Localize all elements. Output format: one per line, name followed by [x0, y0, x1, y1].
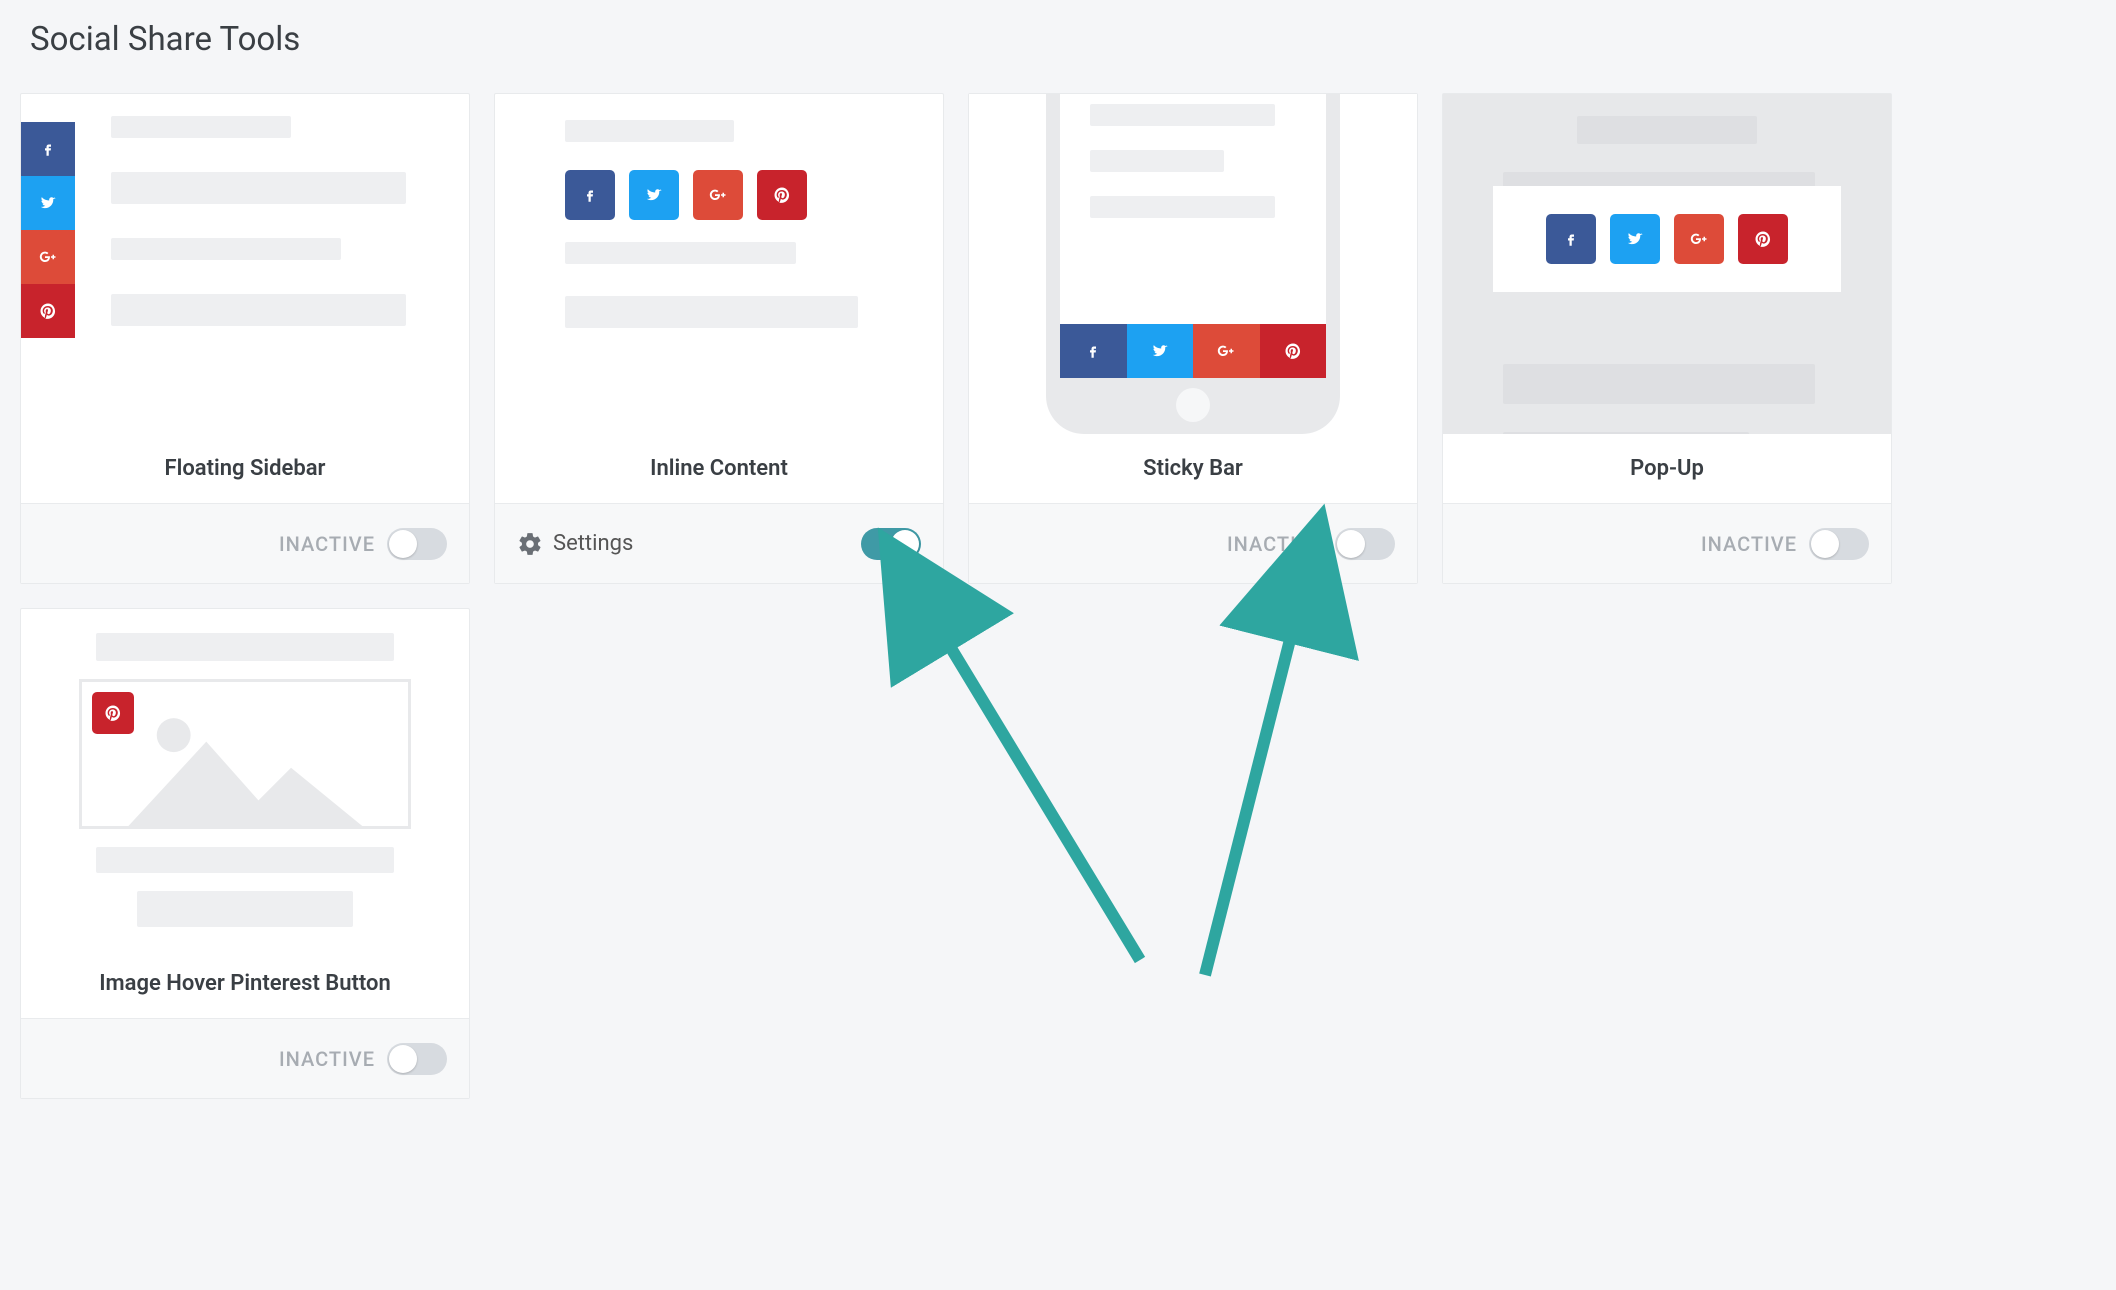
phone-home-button: [1176, 388, 1210, 422]
toggle-knob: [389, 530, 417, 558]
card-footer-image-hover-pinterest: INACTIVE: [21, 1018, 469, 1098]
toggle-inline-content[interactable]: [861, 528, 921, 560]
facebook-icon: [1546, 214, 1596, 264]
inactive-label: INACTIVE: [279, 532, 375, 556]
preview-image-hover-pinterest: [21, 609, 469, 949]
mountain-icon: [115, 696, 376, 826]
twitter-icon: [21, 176, 75, 230]
preview-inline-content: [495, 94, 943, 434]
inline-icons-row: [565, 170, 873, 220]
sticky-bar-icons: [1060, 324, 1326, 378]
pinterest-icon: [21, 284, 75, 338]
placeholder-line: [1090, 196, 1275, 218]
googleplus-icon: [1193, 324, 1260, 378]
toggle-knob: [1337, 530, 1365, 558]
floating-content-placeholders: [111, 116, 439, 326]
placeholder-line: [1503, 364, 1815, 404]
card-title-pop-up: Pop-Up: [1443, 434, 1891, 503]
twitter-icon: [629, 170, 679, 220]
inactive-label: INACTIVE: [1227, 532, 1323, 556]
cards-grid: Floating Sidebar INACTIVE Inline Content: [20, 93, 2096, 1099]
toggle-sticky-bar[interactable]: [1335, 528, 1395, 560]
pinterest-icon: [92, 692, 134, 734]
phone-frame: [1046, 94, 1340, 434]
card-footer-pop-up: INACTIVE: [1443, 503, 1891, 583]
placeholder-line: [565, 120, 734, 142]
page-title: Social Share Tools: [30, 20, 2096, 59]
card-floating-sidebar: Floating Sidebar INACTIVE: [20, 93, 470, 584]
facebook-icon: [21, 122, 75, 176]
googleplus-icon: [21, 230, 75, 284]
placeholder-line: [111, 116, 291, 138]
card-title-floating-sidebar: Floating Sidebar: [21, 434, 469, 503]
placeholder-line: [565, 296, 858, 328]
preview-sticky-bar: [969, 94, 1417, 434]
card-title-sticky-bar: Sticky Bar: [969, 434, 1417, 503]
placeholder-line: [137, 891, 353, 927]
googleplus-icon: [693, 170, 743, 220]
placeholder-line: [1503, 432, 1749, 434]
card-title-image-hover-pinterest: Image Hover Pinterest Button: [21, 949, 469, 1018]
card-footer-inline-content: Settings: [495, 503, 943, 583]
placeholder-line: [111, 172, 406, 204]
inactive-label: INACTIVE: [1701, 532, 1797, 556]
preview-floating-sidebar: [21, 94, 469, 434]
card-footer-sticky-bar: INACTIVE: [969, 503, 1417, 583]
phone-content-placeholders: [1060, 94, 1326, 324]
facebook-icon: [1060, 324, 1127, 378]
card-image-hover-pinterest: Image Hover Pinterest Button INACTIVE: [20, 608, 470, 1099]
placeholder-line: [1090, 104, 1275, 126]
toggle-knob: [389, 1045, 417, 1073]
pinterest-icon: [1260, 324, 1327, 378]
placeholder-line: [1577, 116, 1757, 144]
settings-text: Settings: [553, 531, 633, 556]
pinterest-icon: [1738, 214, 1788, 264]
placeholder-line: [96, 633, 395, 661]
card-sticky-bar: Sticky Bar INACTIVE: [968, 93, 1418, 584]
card-title-inline-content: Inline Content: [495, 434, 943, 503]
toggle-knob: [1811, 530, 1839, 558]
inactive-label: INACTIVE: [279, 1047, 375, 1071]
toggle-image-hover-pinterest[interactable]: [387, 1043, 447, 1075]
placeholder-line: [565, 242, 796, 264]
popup-icons-box: [1493, 186, 1841, 292]
card-footer-floating-sidebar: INACTIVE: [21, 503, 469, 583]
gear-icon: [517, 531, 543, 557]
toggle-knob: [891, 530, 919, 558]
phone-screen: [1060, 94, 1326, 378]
image-placeholder-box: [79, 679, 411, 829]
toggle-floating-sidebar[interactable]: [387, 528, 447, 560]
placeholder-line: [1090, 150, 1224, 172]
card-inline-content: Inline Content Settings: [494, 93, 944, 584]
preview-pop-up: [1443, 94, 1891, 434]
facebook-icon: [565, 170, 615, 220]
card-pop-up: Pop-Up INACTIVE: [1442, 93, 1892, 584]
placeholder-line: [111, 294, 406, 326]
settings-link[interactable]: Settings: [517, 531, 633, 557]
googleplus-icon: [1674, 214, 1724, 264]
pinterest-icon: [757, 170, 807, 220]
twitter-icon: [1127, 324, 1194, 378]
twitter-icon: [1610, 214, 1660, 264]
placeholder-line: [111, 238, 341, 260]
toggle-pop-up[interactable]: [1809, 528, 1869, 560]
placeholder-line: [96, 847, 395, 873]
floating-sidebar-icons: [21, 122, 75, 338]
